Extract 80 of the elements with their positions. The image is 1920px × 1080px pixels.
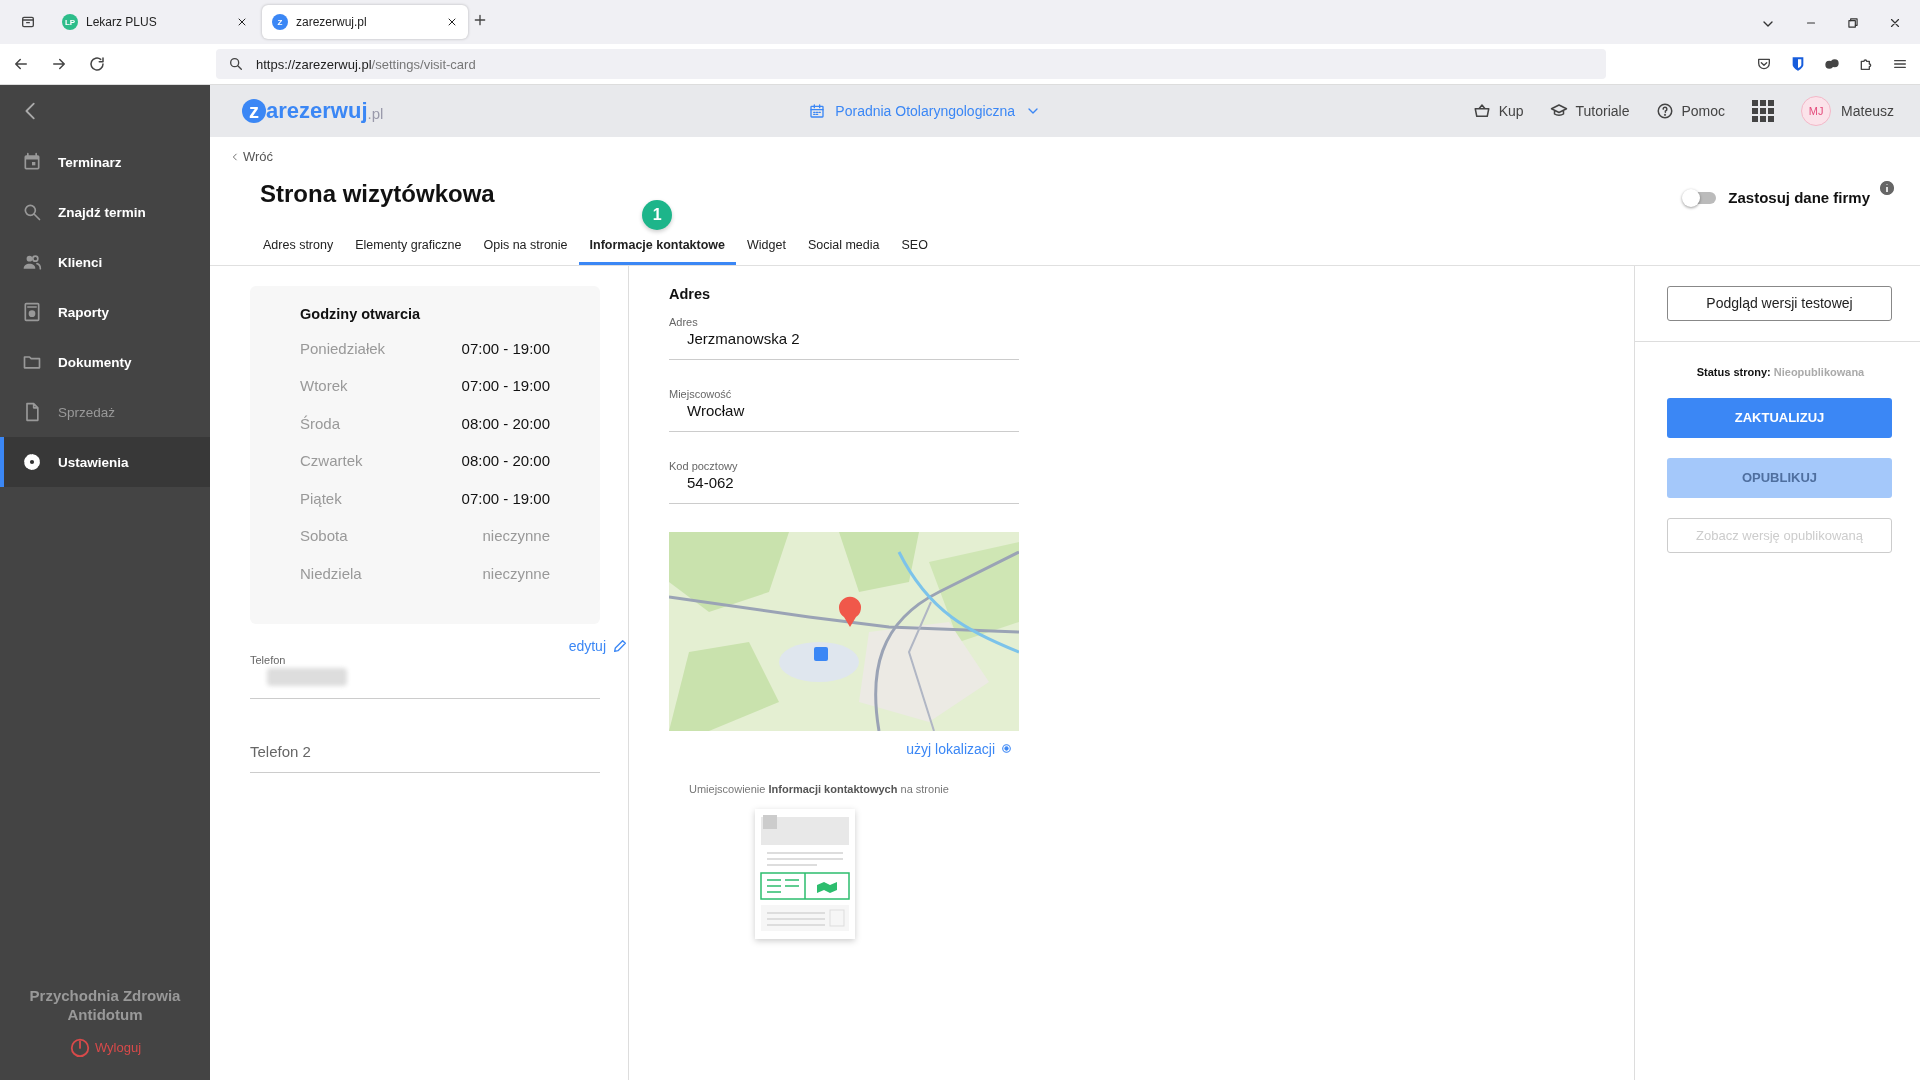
people-icon [22, 252, 42, 272]
page-title: Strona wizytówkowa [260, 179, 495, 208]
step-badge: 1 [642, 199, 673, 230]
company-name: Przychodnia Zdrowia Antidotum [28, 986, 182, 1024]
sidebar-item[interactable]: Klienci [0, 237, 210, 287]
close-icon [446, 16, 458, 28]
day-label: Piątek [300, 489, 342, 507]
location-target-icon [1000, 742, 1013, 755]
preview-button[interactable]: Podgląd wersji testowej [1667, 285, 1892, 321]
sidebar-item[interactable]: Znajdź termin [0, 187, 210, 237]
address-field[interactable]: Miejscowość Wrocław [669, 387, 1019, 432]
search-icon [228, 56, 244, 72]
pencil-icon [612, 638, 628, 654]
help-icon [1655, 102, 1674, 120]
logo: z arezerwuj.pl [242, 98, 384, 124]
calendar-icon [809, 103, 826, 119]
sidebar-item[interactable]: Raporty [0, 287, 210, 337]
reload-icon [88, 55, 106, 73]
day-label: Środa [300, 414, 341, 432]
action-button[interactable]: ZAKTUALIZUJ [1667, 397, 1892, 438]
address-field[interactable]: Kod pocztowy 54-062 [669, 459, 1019, 504]
placement-note: Umiejscowienie Informacji kontaktowych na stronie [689, 782, 950, 795]
close-icon [236, 16, 248, 28]
day-label: Niedziela [300, 564, 362, 582]
toggle-label: Zastosuj dane firmy [1728, 189, 1870, 206]
address-bar[interactable]: https://zarezerwuj.pl/settings/visit-card [216, 49, 1606, 79]
sidebar-item[interactable]: Ustawienia [0, 437, 210, 487]
basket-icon [1472, 102, 1491, 120]
hours-value: nieczynne [482, 527, 550, 545]
address-field[interactable]: Adres Jerzmanowska 2 [669, 315, 1019, 360]
page-status: Status strony: Nieopublikowana [1695, 365, 1866, 378]
use-location-link[interactable]: użyj lokalizacji [906, 740, 1019, 757]
sidebar-item[interactable]: Dokumenty [0, 337, 210, 387]
tab-list-icon [20, 14, 36, 30]
day-label: Wtorek [300, 377, 348, 395]
phone-2-field[interactable]: Telefon 2 [250, 731, 600, 773]
close-icon [1888, 16, 1902, 30]
hours-value: 07:00 - 19:00 [461, 377, 550, 395]
hours-value: 08:00 - 20:00 [461, 452, 550, 470]
hours-value: 08:00 - 20:00 [461, 414, 550, 432]
page-tab[interactable]: Elementy graficzne [344, 237, 473, 265]
restore-icon [1846, 16, 1860, 30]
browser-tab[interactable]: Z zarezerwuj.pl [262, 5, 468, 39]
sidebar-item[interactable]: Terminarz [0, 137, 210, 187]
hours-value: nieczynne [482, 564, 550, 582]
card-title: Godziny otwarcia [300, 305, 422, 322]
power-icon [68, 1036, 91, 1058]
page-tab[interactable]: Adres strony [252, 237, 345, 265]
pocket-icon [1756, 56, 1772, 72]
section-title: Adres [669, 285, 712, 302]
header-link[interactable]: Kup [1472, 102, 1524, 120]
info-icon [1880, 180, 1894, 195]
user-name: Mateusz [1841, 103, 1894, 119]
header-link[interactable]: Pomoc [1655, 102, 1726, 120]
page-tab[interactable]: SEO [890, 237, 939, 265]
page-tab[interactable]: Social media [796, 237, 891, 265]
chevron-left-icon [230, 151, 240, 162]
back-link[interactable]: Wróć [230, 149, 274, 164]
favicon-icon: LP [62, 14, 78, 30]
edit-link[interactable]: edytuj [568, 638, 628, 654]
page-tab[interactable]: Opis na stronie [472, 237, 579, 265]
calendar-icon [22, 152, 42, 172]
hours-value: 07:00 - 19:00 [461, 339, 550, 357]
header-link[interactable]: Tutoriale [1549, 102, 1630, 120]
day-label: Sobota [300, 527, 348, 545]
shield-icon [1790, 56, 1806, 72]
search-icon [22, 202, 42, 222]
browser-tab[interactable]: LP Lekarz PLUS [52, 5, 258, 39]
new-tab-icon [472, 12, 488, 28]
phone-field[interactable]: Telefon [250, 654, 600, 699]
day-label: Poniedziałek [300, 339, 386, 357]
report-icon [22, 302, 42, 322]
apps-grid-icon[interactable] [1751, 99, 1776, 123]
url-text: https://zarezerwuj.pl/settings/visit-card [256, 56, 476, 72]
hours-value: 07:00 - 19:00 [461, 489, 550, 507]
day-label: Czwartek [300, 452, 363, 470]
puzzle-icon [1858, 56, 1874, 72]
extension-cluster-icon [1824, 56, 1840, 72]
page-tab[interactable]: Widget [736, 237, 797, 265]
favicon-icon: Z [272, 14, 288, 30]
